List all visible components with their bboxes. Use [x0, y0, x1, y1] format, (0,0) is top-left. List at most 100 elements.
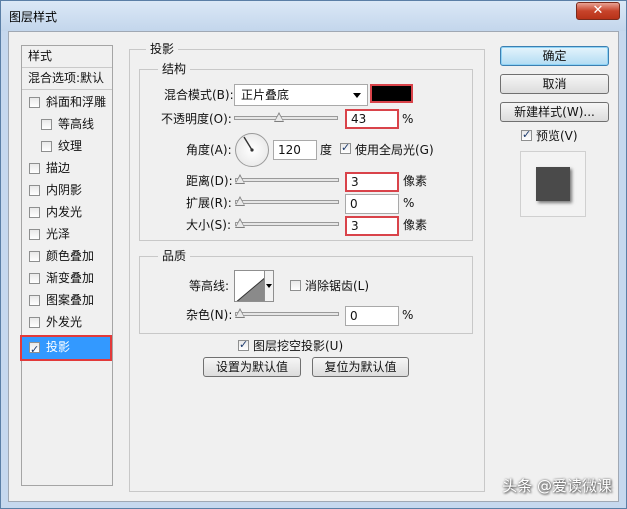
spread-slider[interactable] [235, 196, 339, 206]
style-preview [520, 151, 586, 217]
opacity-label: 不透明度(O): [161, 112, 232, 126]
inner-glow-checkbox[interactable] [29, 207, 40, 218]
preview-label: 预览(V) [536, 129, 578, 143]
global-light-checkbox[interactable] [340, 141, 351, 154]
style-item-inner-shadow[interactable]: 内阴影 [22, 180, 112, 202]
ok-button[interactable]: 确定 [500, 46, 609, 66]
drop-shadow-highlight [20, 335, 112, 361]
angle-label: 角度(A): [186, 143, 232, 157]
chevron-down-icon [266, 284, 272, 288]
contour-checkbox[interactable] [41, 119, 52, 130]
antialias-checkbox[interactable] [290, 280, 301, 291]
blend-options-item[interactable]: 混合选项:默认 [22, 68, 112, 90]
pattern-overlay-checkbox[interactable] [29, 295, 40, 306]
new-style-button[interactable]: 新建样式(W)... [500, 102, 609, 122]
style-list: 样式 混合选项:默认 斜面和浮雕 等高线 纹理 描边 内阴影 内发光 光泽 颜色… [20, 45, 113, 486]
style-item-label: 内发光 [46, 205, 83, 219]
style-item-label: 纹理 [58, 139, 83, 153]
angle-input[interactable]: 120 [273, 140, 317, 160]
angle-unit: 度 [320, 143, 333, 157]
style-item-gradient-overlay[interactable]: 渐变叠加 [22, 268, 112, 290]
contour-dropdown-button[interactable] [264, 270, 274, 302]
title-bar[interactable]: 图层样式 ✕ [1, 1, 626, 31]
opacity-slider[interactable] [234, 112, 338, 122]
color-overlay-checkbox[interactable] [29, 251, 40, 262]
noise-slider[interactable] [235, 308, 339, 318]
style-item-label: 光泽 [46, 227, 71, 241]
blend-mode-select[interactable]: 正片叠底 [234, 84, 368, 106]
stroke-checkbox[interactable] [29, 163, 40, 174]
size-slider[interactable] [235, 218, 339, 228]
style-item-label: 颜色叠加 [46, 249, 95, 263]
opacity-unit: % [402, 112, 414, 126]
opacity-slider-thumb[interactable] [274, 112, 284, 122]
inner-shadow-checkbox[interactable] [29, 185, 40, 196]
make-default-button[interactable]: 设置为默认值 [203, 357, 301, 377]
style-item-label: 外发光 [46, 315, 83, 329]
distance-unit: 像素 [403, 174, 428, 188]
style-item-texture[interactable]: 纹理 [22, 136, 112, 158]
blend-mode-value: 正片叠底 [241, 88, 290, 102]
distance-label: 距离(D): [186, 174, 233, 188]
style-item-label: 斜面和浮雕 [46, 95, 107, 109]
global-light-label: 使用全局光(G) [355, 143, 434, 157]
noise-label: 杂色(N): [186, 308, 233, 322]
quality-group: 品质 [139, 249, 473, 334]
antialias-label: 消除锯齿(L) [305, 279, 370, 293]
spread-input[interactable]: 0 [345, 194, 399, 214]
style-list-header[interactable]: 样式 [22, 46, 112, 68]
style-item-label: 渐变叠加 [46, 271, 95, 285]
preview-checkbox[interactable] [521, 128, 532, 141]
spread-label: 扩展(R): [186, 196, 232, 210]
satin-checkbox[interactable] [29, 229, 40, 240]
noise-input[interactable]: 0 [345, 306, 399, 326]
cancel-button[interactable]: 取消 [500, 74, 609, 94]
size-unit: 像素 [403, 218, 428, 232]
size-input[interactable]: 3 [345, 216, 399, 236]
style-item-label: 图案叠加 [46, 293, 95, 307]
preview-swatch [536, 167, 570, 201]
distance-input[interactable]: 3 [345, 172, 399, 192]
angle-dial[interactable] [235, 133, 269, 167]
noise-unit: % [402, 308, 414, 322]
chevron-down-icon [353, 93, 361, 98]
distance-slider-thumb[interactable] [235, 174, 245, 184]
bevel-checkbox[interactable] [29, 97, 40, 108]
texture-checkbox[interactable] [41, 141, 52, 152]
shadow-color-swatch[interactable] [370, 84, 413, 103]
reset-default-button[interactable]: 复位为默认值 [312, 357, 409, 377]
size-slider-thumb[interactable] [235, 218, 245, 228]
style-item-pattern-overlay[interactable]: 图案叠加 [22, 290, 112, 312]
style-item-color-overlay[interactable]: 颜色叠加 [22, 246, 112, 268]
style-item-label: 内阴影 [46, 183, 83, 197]
angle-dial-needle [243, 136, 254, 152]
style-item-label: 等高线 [58, 117, 95, 131]
style-item-bevel[interactable]: 斜面和浮雕 [22, 92, 112, 114]
blend-mode-label: 混合模式(B): [164, 88, 234, 102]
structure-title: 结构 [158, 62, 191, 76]
opacity-input[interactable]: 43 [345, 109, 399, 129]
style-item-stroke[interactable]: 描边 [22, 158, 112, 180]
window-title: 图层样式 [9, 10, 58, 24]
layer-style-dialog: 图层样式 ✕ 样式 混合选项:默认 斜面和浮雕 等高线 纹理 描边 内阴影 内发… [0, 0, 627, 509]
knockout-checkbox[interactable] [238, 338, 249, 351]
spread-slider-thumb[interactable] [235, 196, 245, 206]
noise-slider-thumb[interactable] [235, 308, 245, 318]
style-item-inner-glow[interactable]: 内发光 [22, 202, 112, 224]
outer-glow-checkbox[interactable] [29, 317, 40, 328]
style-item-outer-glow[interactable]: 外发光 [22, 312, 112, 334]
size-label: 大小(S): [186, 218, 232, 232]
close-button[interactable]: ✕ [576, 2, 620, 20]
spread-unit: % [403, 196, 415, 210]
watermark-text: 头条 @爱读微课 [502, 477, 612, 495]
quality-title: 品质 [158, 249, 191, 263]
style-item-contour[interactable]: 等高线 [22, 114, 112, 136]
knockout-label: 图层挖空投影(U) [253, 339, 344, 353]
drop-shadow-title: 投影 [146, 42, 179, 56]
distance-slider[interactable] [235, 174, 339, 184]
gradient-overlay-checkbox[interactable] [29, 273, 40, 284]
contour-label: 等高线: [189, 279, 230, 293]
style-item-label: 描边 [46, 161, 71, 175]
dialog-body: 样式 混合选项:默认 斜面和浮雕 等高线 纹理 描边 内阴影 内发光 光泽 颜色… [8, 31, 619, 502]
style-item-satin[interactable]: 光泽 [22, 224, 112, 246]
